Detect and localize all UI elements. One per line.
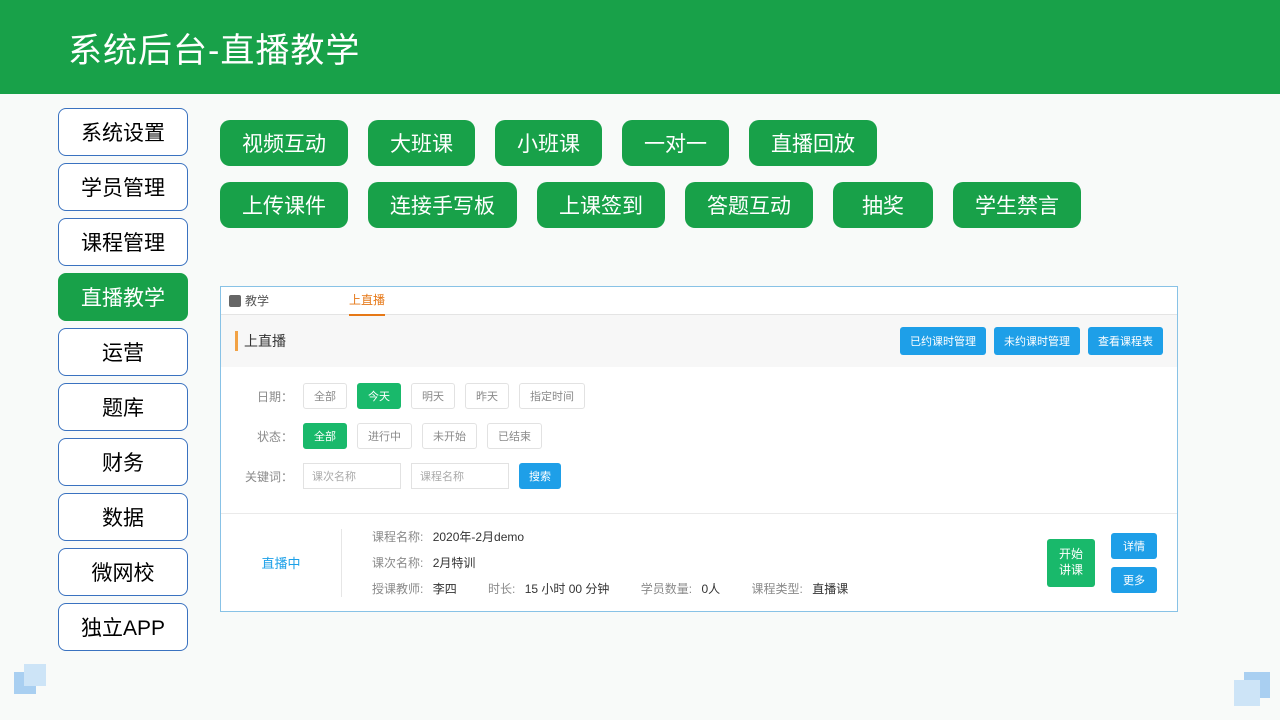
date-custom[interactable]: 指定时间	[519, 383, 585, 409]
status-badge: 直播中	[251, 553, 311, 572]
content: 视频互动 大班课 小班课 一对一 直播回放 上传课件 连接手写板 上课签到 答题…	[220, 108, 1280, 651]
pill-upload-courseware[interactable]: 上传课件	[220, 182, 348, 228]
pill-lottery[interactable]: 抽奖	[833, 182, 933, 228]
tab-start-live[interactable]: 上直播	[349, 291, 385, 316]
pill-large-class[interactable]: 大班课	[368, 120, 475, 166]
duration-label: 时长:	[488, 582, 515, 596]
students-value: 0人	[701, 582, 720, 596]
status-label: 状态：	[245, 428, 293, 445]
breadcrumb: 教学	[229, 292, 269, 309]
status-all[interactable]: 全部	[303, 423, 347, 449]
main-area: 系统设置 学员管理 课程管理 直播教学 运营 题库 财务 数据 微网校 独立AP…	[0, 94, 1280, 651]
lesson-name-value: 2月特训	[433, 556, 476, 570]
pill-small-class[interactable]: 小班课	[495, 120, 602, 166]
filter-date-row: 日期： 全部 今天 明天 昨天 指定时间	[245, 383, 1153, 409]
btn-booked-lesson-manage[interactable]: 已约课时管理	[900, 327, 986, 355]
sidebar: 系统设置 学员管理 课程管理 直播教学 运营 题库 财务 数据 微网校 独立AP…	[58, 108, 188, 651]
pill-connect-tablet[interactable]: 连接手写板	[368, 182, 517, 228]
date-label: 日期：	[245, 388, 293, 405]
filter-keyword-row: 关键词： 课次名称 课程名称 搜索	[245, 463, 1153, 489]
sidebar-item-course-manage[interactable]: 课程管理	[58, 218, 188, 266]
status-inprogress[interactable]: 进行中	[357, 423, 412, 449]
breadcrumb-label: 教学	[245, 292, 269, 309]
card-actions: 开始 讲课 详情 更多	[1047, 533, 1157, 593]
section-actions: 已约课时管理 未约课时管理 查看课程表	[900, 327, 1163, 355]
sidebar-item-micro-school[interactable]: 微网校	[58, 548, 188, 596]
page-title: 系统后台-直播教学	[68, 23, 360, 72]
lesson-name-label: 课次名称:	[372, 556, 423, 570]
sidebar-item-operations[interactable]: 运营	[58, 328, 188, 376]
card-body: 课程名称: 2020年-2月demo 课次名称: 2月特训 授课教师: 李四 时…	[372, 528, 1017, 597]
course-name-value: 2020年-2月demo	[433, 530, 524, 544]
date-all[interactable]: 全部	[303, 383, 347, 409]
filter-status-row: 状态： 全部 进行中 未开始 已结束	[245, 423, 1153, 449]
teacher-value: 李四	[433, 582, 457, 596]
sidebar-item-system-settings[interactable]: 系统设置	[58, 108, 188, 156]
card-divider	[341, 529, 342, 597]
feature-row-2: 上传课件 连接手写板 上课签到 答题互动 抽奖 学生禁言	[220, 182, 1256, 228]
small-actions: 详情 更多	[1111, 533, 1157, 593]
filters: 日期： 全部 今天 明天 昨天 指定时间 状态： 全部 进行中 未开始 已结束 …	[221, 367, 1177, 513]
btn-unbooked-lesson-manage[interactable]: 未约课时管理	[994, 327, 1080, 355]
sidebar-item-live-teaching[interactable]: 直播教学	[58, 273, 188, 321]
more-button[interactable]: 更多	[1111, 567, 1157, 593]
sidebar-item-standalone-app[interactable]: 独立APP	[58, 603, 188, 651]
teaching-icon	[229, 295, 241, 307]
date-yesterday[interactable]: 昨天	[465, 383, 509, 409]
live-panel: 教学 上直播 上直播 已约课时管理 未约课时管理 查看课程表 日期： 全部 今天…	[220, 286, 1178, 612]
lesson-name-input[interactable]: 课次名称	[303, 463, 401, 489]
pill-video-interact[interactable]: 视频互动	[220, 120, 348, 166]
pill-mute-student[interactable]: 学生禁言	[953, 182, 1081, 228]
lesson-card: 直播中 课程名称: 2020年-2月demo 课次名称: 2月特训 授课教师: …	[221, 513, 1177, 611]
decoration-bottom-right	[1230, 666, 1270, 706]
sidebar-item-finance[interactable]: 财务	[58, 438, 188, 486]
date-tomorrow[interactable]: 明天	[411, 383, 455, 409]
detail-button[interactable]: 详情	[1111, 533, 1157, 559]
date-today[interactable]: 今天	[357, 383, 401, 409]
type-label: 课程类型:	[752, 582, 803, 596]
duration-value: 15 小时 00 分钟	[525, 582, 610, 596]
sidebar-item-data[interactable]: 数据	[58, 493, 188, 541]
panel-tabbar: 教学 上直播	[221, 287, 1177, 315]
pill-one-on-one[interactable]: 一对一	[622, 120, 729, 166]
start-teach-button[interactable]: 开始 讲课	[1047, 539, 1095, 587]
start-label-2: 讲课	[1059, 563, 1083, 579]
status-ended[interactable]: 已结束	[487, 423, 542, 449]
sidebar-item-student-manage[interactable]: 学员管理	[58, 163, 188, 211]
feature-row-1: 视频互动 大班课 小班课 一对一 直播回放	[220, 120, 1256, 166]
status-notstarted[interactable]: 未开始	[422, 423, 477, 449]
search-button[interactable]: 搜索	[519, 463, 561, 489]
pill-live-replay[interactable]: 直播回放	[749, 120, 877, 166]
type-value: 直播课	[812, 582, 848, 596]
section-header: 上直播 已约课时管理 未约课时管理 查看课程表	[221, 315, 1177, 367]
decoration-bottom-left	[14, 664, 48, 698]
start-label-1: 开始	[1059, 547, 1083, 563]
section-title: 上直播	[235, 331, 286, 351]
keyword-label: 关键词：	[245, 468, 293, 485]
btn-view-schedule[interactable]: 查看课程表	[1088, 327, 1163, 355]
course-name-input[interactable]: 课程名称	[411, 463, 509, 489]
header-banner: 系统后台-直播教学	[0, 0, 1280, 94]
students-label: 学员数量:	[641, 582, 692, 596]
pill-class-signin[interactable]: 上课签到	[537, 182, 665, 228]
sidebar-item-question-bank[interactable]: 题库	[58, 383, 188, 431]
teacher-label: 授课教师:	[372, 582, 423, 596]
course-name-label: 课程名称:	[372, 530, 423, 544]
pill-answer-interact[interactable]: 答题互动	[685, 182, 813, 228]
